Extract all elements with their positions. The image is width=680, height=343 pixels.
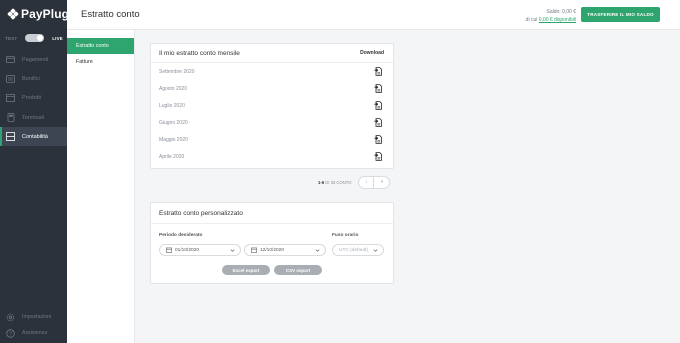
date-to-field[interactable]: 12/10/2020 <box>244 244 326 256</box>
mode-test-label: TEST <box>5 35 18 41</box>
timezone-select[interactable]: UTC (default) <box>332 244 384 256</box>
available-prefix: di cui <box>525 17 538 23</box>
date-from-field[interactable]: 01/10/2020 <box>159 244 241 256</box>
page-title: Estratto conto <box>81 9 140 20</box>
download-column-header: Download <box>360 50 384 56</box>
pagination-buttons: ‹ › <box>358 175 391 189</box>
download-file-icon[interactable] <box>373 84 383 94</box>
sidebar-item-label: Contabilità <box>22 133 48 140</box>
calendar-icon <box>166 247 172 253</box>
calendar-icon <box>251 247 257 253</box>
sidebar-item-label: Impostazioni <box>22 314 52 320</box>
pagination: 1-6 DI 33 CONTO ‹ › <box>318 175 391 189</box>
box-icon <box>6 93 15 102</box>
statement-month: Giugno 2020 <box>159 119 188 126</box>
balance-info: Saldo: 0,00 € di cui 0,00 € disponibili <box>526 8 576 24</box>
accounting-subnav: Estratto conto Fatture <box>67 30 135 343</box>
sidebar-item-assistenza[interactable]: ? Assistenza <box>0 325 67 341</box>
sidebar-item-label: Pagamenti <box>22 56 49 63</box>
statement-month: Agosto 2020 <box>159 85 188 92</box>
sidebar-item-impostazioni[interactable]: Impostazioni <box>0 309 67 325</box>
sidebar-item-label: Bonifici <box>22 75 40 82</box>
mode-switch: TEST LIVE <box>5 33 63 43</box>
mode-live-label: LIVE <box>52 35 63 41</box>
gear-icon <box>6 313 15 322</box>
live-mode-toggle[interactable] <box>25 34 45 42</box>
pagination-suffix: DI 33 CONTO <box>325 179 352 185</box>
csv-export-button[interactable]: CSV export <box>274 265 322 275</box>
statement-row: Maggio 2020 <box>151 131 393 148</box>
custom-statement-card: Estratto conto personalizzato Periodo de… <box>150 202 394 284</box>
transfer-balance-button[interactable]: TRASFERIRE IL MIO SALDO <box>581 7 660 22</box>
date-to-value: 12/10/2020 <box>260 247 285 253</box>
sidebar-item-label: Terminali <box>22 114 45 121</box>
sidebar: PayPlug TEST LIVE Pagamenti Bonifici Pro… <box>0 0 70 343</box>
card-icon <box>6 55 15 64</box>
chevron-down-icon <box>230 248 235 253</box>
balance-value: 0,00 € <box>562 9 576 15</box>
statement-row: Luglio 2020 <box>151 97 393 114</box>
toggle-knob <box>37 35 44 41</box>
timezone-value: UTC (default) <box>339 247 368 253</box>
top-bar: Estratto conto Saldo: 0,00 € di cui 0,00… <box>67 0 680 30</box>
ledger-icon <box>6 132 15 141</box>
next-page-button[interactable]: › <box>374 177 389 188</box>
custom-statement-title: Estratto conto personalizzato <box>159 209 243 217</box>
statement-row: Giugno 2020 <box>151 114 393 131</box>
statement-month: Maggio 2020 <box>159 136 188 143</box>
chevron-down-icon <box>373 248 378 253</box>
download-file-icon[interactable] <box>373 135 383 145</box>
payplug-logo-icon <box>7 8 19 20</box>
subnav-item-estratto-conto[interactable]: Estratto conto <box>67 38 134 54</box>
svg-text:?: ? <box>9 331 12 337</box>
monthly-statements-card: Il mio estratto conto mensile Download S… <box>150 43 394 169</box>
download-file-icon[interactable] <box>373 67 383 77</box>
subnav-item-fatture[interactable]: Fatture <box>67 54 134 70</box>
statement-month: Luglio 2020 <box>159 102 185 109</box>
timezone-label: Fuso orario <box>332 233 359 238</box>
previous-page-button[interactable]: ‹ <box>359 176 375 188</box>
terminal-icon <box>6 113 15 122</box>
statement-row: Agosto 2020 <box>151 80 393 97</box>
brand-name: PayPlug <box>21 7 70 21</box>
transfer-icon <box>6 74 15 83</box>
sidebar-item-contabilita[interactable]: Contabilità <box>0 127 67 146</box>
sidebar-item-label: Assistenza <box>22 330 48 336</box>
sidebar-item-prodotti[interactable]: Prodotti <box>0 88 67 107</box>
sidebar-item-bonifici[interactable]: Bonifici <box>0 69 67 88</box>
available-balance-link[interactable]: 0,00 € disponibili <box>539 17 576 23</box>
statement-month: Aprile 2020 <box>159 153 185 160</box>
statement-month: Settembre 2020 <box>159 68 195 75</box>
download-file-icon[interactable] <box>373 118 383 128</box>
logo[interactable]: PayPlug <box>7 7 70 21</box>
download-file-icon[interactable] <box>373 152 383 162</box>
statement-row: Aprile 2020 <box>151 148 393 165</box>
sidebar-item-pagamenti[interactable]: Pagamenti <box>0 50 67 69</box>
balance-label: Saldo: <box>546 9 561 15</box>
help-icon: ? <box>6 328 15 338</box>
pagination-info: 1-6 DI 33 CONTO <box>318 180 351 185</box>
pagination-range: 1-6 <box>318 179 325 185</box>
chevron-down-icon <box>315 248 320 253</box>
download-file-icon[interactable] <box>373 101 383 111</box>
sidebar-item-terminali[interactable]: Terminali <box>0 108 67 127</box>
date-from-value: 01/10/2020 <box>175 247 200 253</box>
statement-row: Settembre 2020 <box>151 63 393 80</box>
period-label: Periodo desiderato <box>159 233 203 238</box>
sidebar-item-label: Prodotti <box>22 94 41 101</box>
monthly-statements-title: Il mio estratto conto mensile <box>159 49 240 57</box>
excel-export-button[interactable]: Excel export <box>222 265 270 275</box>
